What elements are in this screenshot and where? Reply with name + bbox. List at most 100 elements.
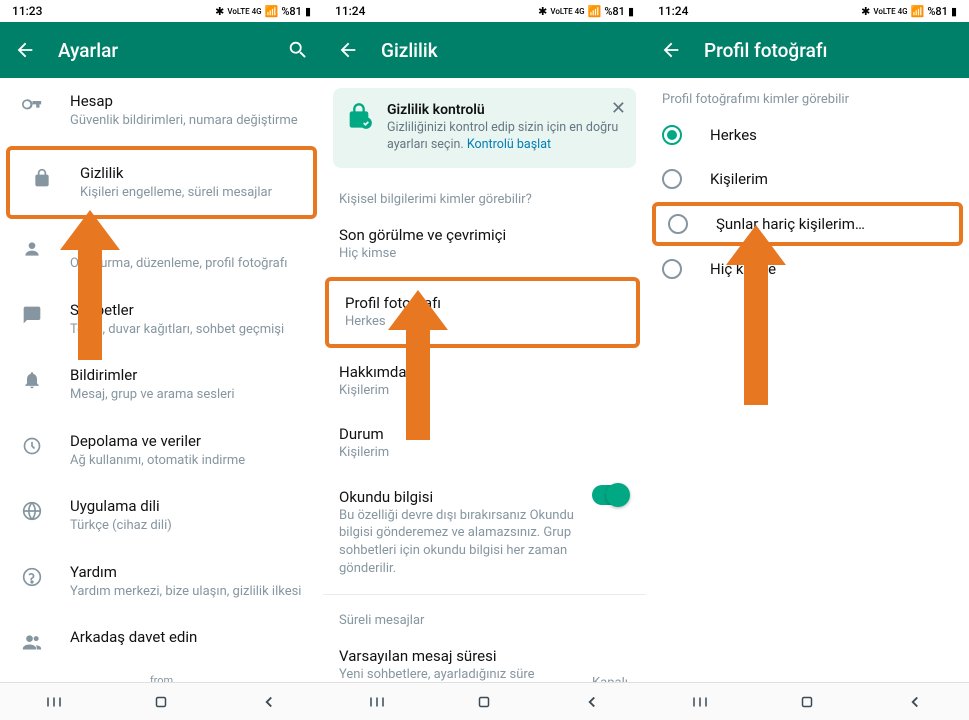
storage-icon [20,434,44,458]
help-icon [20,565,44,589]
header: Profil fotoğrafı [646,22,969,78]
settings-item-help[interactable]: Yardım Yardım merkezi, bize ulaşın, gizl… [0,549,323,615]
radio-label: Hiç kimse [710,260,776,278]
search-icon[interactable] [287,39,309,61]
bluetooth-icon: ✱ [861,5,870,18]
nav-back[interactable] [258,691,280,713]
item-sub: Güvenlik bildirimleri, numara değiştirme [70,112,307,130]
header: Ayarlar [0,22,323,78]
radio-label: Herkes [710,126,757,144]
nav-home[interactable] [473,691,495,713]
setting-value: Kapalı [592,675,628,682]
back-arrow-icon[interactable] [14,39,36,61]
item-title: Avatar [70,235,307,253]
nav-home[interactable] [150,691,172,713]
volte-icon: VoLTE 4G [550,7,584,16]
radio-option-everyone[interactable]: Herkes [646,113,969,157]
settings-item-chats[interactable]: Sohbetler Tema, duvar kağıtları, sohbet … [0,287,323,353]
nav-recents[interactable] [43,691,65,713]
item-sub: Yardım merkezi, bize ulaşın, gizlilik il… [70,583,307,601]
setting-title: Profil fotoğrafı [345,294,620,312]
signal-icon: 📶 [588,5,602,18]
setting-sub: Herkes [345,313,620,331]
battery-text: %81 [281,5,302,18]
settings-item-avatar[interactable]: Avatar Oluşturma, düzenleme, profil foto… [0,221,323,287]
back-arrow-icon[interactable] [660,39,682,61]
privacy-read-receipts[interactable]: Okundu bilgisi Bu özelliği devre dışı bı… [323,475,646,590]
close-icon[interactable]: ✕ [611,98,626,119]
nav-back[interactable] [904,691,926,713]
setting-sub: Kişilerim [339,382,630,400]
status-time: 11:24 [335,4,365,18]
nav-bar [646,682,969,720]
footer-from: from [0,674,323,682]
battery-text: %81 [927,5,948,18]
privacy-default-timer[interactable]: Varsayılan mesaj süresi Yeni sohbetlere,… [323,634,646,682]
settings-item-privacy[interactable]: Gizlilik Kişileri engelleme, süreli mesa… [10,150,313,216]
bluetooth-icon: ✱ [215,5,224,18]
privacy-list: Gizlilik kontrolü Gizliliğinizi kontrol … [323,78,646,682]
status-bar: 11:23 ✱ VoLTE 4G 📶 %81 ▮ [0,0,323,22]
divider [323,594,646,595]
battery-icon: ▮ [305,5,311,18]
radio-option-contacts-except[interactable]: Şunlar hariç kişilerim… [656,206,959,242]
radio-icon [662,125,682,145]
status-bar: 11:24 ✱ VoLTE 4G 📶 %81 ▮ [323,0,646,22]
key-icon [20,94,44,118]
nav-home[interactable] [796,691,818,713]
radio-option-nobody[interactable]: Hiç kimse [646,247,969,291]
page-title: Profil fotoğrafı [704,39,955,62]
avatar-icon [20,237,44,261]
nav-bar [0,682,323,720]
bell-icon [20,368,44,392]
back-arrow-icon[interactable] [337,39,359,61]
settings-item-notifications[interactable]: Bildirimler Mesaj, grup ve arama sesleri [0,352,323,418]
battery-text: %81 [604,5,625,18]
signal-icon: 📶 [265,5,279,18]
settings-item-account[interactable]: Hesap Güvenlik bildirimleri, numara deği… [0,78,323,144]
nav-back[interactable] [581,691,603,713]
setting-sub: Bu özelliği devre dışı bırakırsanız Okun… [339,507,576,577]
item-sub: Ağ kullanımı, otomatik indirme [70,452,307,470]
item-title: Sohbetler [70,301,307,319]
settings-item-storage[interactable]: Depolama ve veriler Ağ kullanımı, otomat… [0,418,323,484]
setting-sub: Hiç kimse [339,245,630,263]
screen-settings: 11:23 ✱ VoLTE 4G 📶 %81 ▮ Ayarlar Hesap G… [0,0,323,720]
privacy-check-sub: Gizliliğinizi kontrol edip sizin için en… [387,120,624,154]
settings-item-language[interactable]: Uygulama dili Türkçe (cihaz dili) [0,483,323,549]
setting-title: Okundu bilgisi [339,488,576,506]
item-title: Yardım [70,563,307,581]
nav-recents[interactable] [689,691,711,713]
item-title: Depolama ve veriler [70,432,307,450]
shield-check-icon [345,102,373,130]
privacy-profile-photo[interactable]: Profil fotoğrafı Herkes [329,281,636,344]
item-title: Gizlilik [80,164,297,182]
item-title: Bildirimler [70,366,307,384]
toggle-switch[interactable] [592,485,628,505]
page-title: Gizlilik [381,39,632,62]
radio-option-contacts[interactable]: Kişilerim [646,157,969,201]
setting-title: Varsayılan mesaj süresi [339,647,571,665]
item-sub: Kişileri engelleme, süreli mesajlar [80,184,297,202]
setting-sub: Yeni sohbetlere, ayarladığınız süre dold… [339,666,571,682]
privacy-check-card[interactable]: Gizlilik kontrolü Gizliliğinizi kontrol … [333,88,636,168]
screen-profile-photo: 11:24 ✱ VoLTE 4G 📶 %81 ▮ Profil fotoğraf… [646,0,969,720]
status-time: 11:23 [12,4,42,18]
privacy-check-link[interactable]: Kontrolü başlat [467,137,551,152]
setting-title: Son görülme ve çevrimiçi [339,226,630,244]
section-header: Süreli mesajlar [323,599,646,634]
radio-label: Şunlar hariç kişilerim… [716,215,865,233]
setting-title: Durum [339,425,630,443]
item-title: Uygulama dili [70,497,307,515]
profile-photo-options: Profil fotoğrafımı kimler görebilir Herk… [646,78,969,682]
privacy-last-seen[interactable]: Son görülme ve çevrimiçi Hiç kimse [323,213,646,276]
settings-item-invite[interactable]: Arkadaş davet edin [0,614,323,668]
chat-icon [20,303,44,327]
bluetooth-icon: ✱ [538,5,547,18]
privacy-status[interactable]: Durum Kişilerim [323,412,646,475]
nav-recents[interactable] [366,691,388,713]
signal-icon: 📶 [911,5,925,18]
item-sub: Tema, duvar kağıtları, sohbet geçmişi [70,321,307,339]
privacy-about[interactable]: Hakkımda Kişilerim [323,350,646,413]
setting-sub: Kişilerim [339,444,630,462]
